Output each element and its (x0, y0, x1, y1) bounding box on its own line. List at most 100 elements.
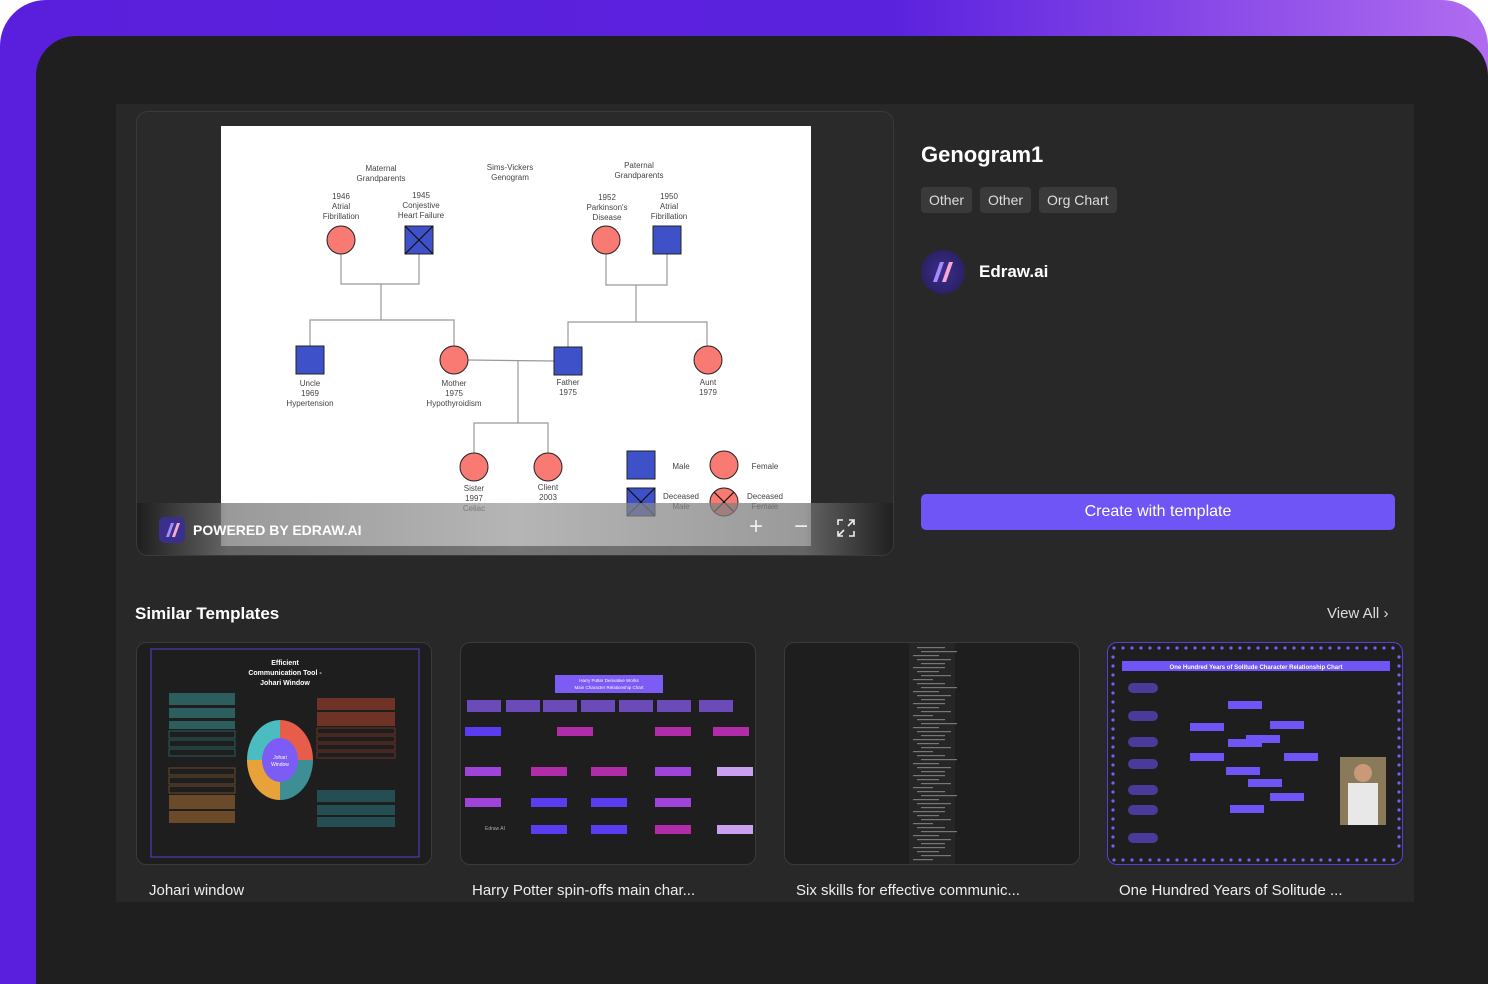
thumb-text-line (913, 763, 939, 765)
template-card-label[interactable]: Six skills for effective communic... (796, 882, 1056, 899)
template-card-label[interactable]: Harry Potter spin-offs main char... (472, 882, 732, 899)
thumb-node (657, 700, 691, 712)
paternal-label: Grandparents (615, 171, 664, 180)
thumb-node (531, 767, 567, 776)
legend-label: Deceased (747, 492, 783, 501)
thumb-dot (1310, 858, 1314, 862)
paternal-label: Paternal (624, 161, 654, 170)
author[interactable]: Edraw.ai (921, 250, 1048, 294)
thumb-dot (1397, 772, 1401, 776)
avatar (921, 250, 965, 294)
thumb-dot (1397, 817, 1401, 821)
view-all-link[interactable]: View All › (1327, 605, 1388, 622)
thumb-node (1128, 805, 1158, 815)
connector-line (605, 254, 668, 286)
thumb-text-line (917, 647, 945, 649)
minus-icon[interactable]: − (794, 515, 808, 539)
thumb-dot (1211, 858, 1215, 862)
thumb-text-line (913, 835, 939, 837)
powered-by-label: POWERED BY EDRAW.AI (193, 522, 362, 538)
thumb-dot (1265, 646, 1269, 650)
thumb-dot (1111, 682, 1115, 686)
thumb-dot (1328, 646, 1332, 650)
template-card-johari[interactable]: Efficient Communication Tool - Johari Wi… (136, 642, 432, 865)
template-card-six-skills[interactable] (784, 642, 1080, 865)
thumb-text-line (917, 779, 939, 781)
maternal-grandmother (326, 225, 356, 255)
thumb-dot (1256, 646, 1260, 650)
thumb-text-line (917, 803, 951, 805)
view-all-label: View All (1327, 605, 1380, 622)
tag[interactable]: Org Chart (1039, 187, 1117, 213)
paternal-grandfather (652, 225, 682, 255)
similar-templates-heading: Similar Templates (135, 604, 280, 623)
thumb-dot (1346, 646, 1350, 650)
thumb-dot (1397, 691, 1401, 695)
person-label: 1997 (465, 494, 483, 503)
thumb-dot (1397, 790, 1401, 794)
thumb-node (1128, 785, 1158, 795)
thumb-node (619, 700, 653, 712)
thumb-dot (1111, 736, 1115, 740)
thumb-dot (1111, 664, 1115, 668)
template-card-solitude[interactable]: One Hundred Years of Solitude Character … (1107, 642, 1403, 865)
plus-icon[interactable]: + (749, 515, 763, 539)
create-with-template-button[interactable]: Create with template (921, 494, 1395, 530)
thumb-dot (1397, 781, 1401, 785)
client (533, 452, 563, 482)
person-label: 1975 (559, 388, 577, 397)
legend-male-symbol (626, 450, 656, 480)
thumb-dot (1382, 646, 1386, 650)
person-label: 1945 (412, 191, 430, 200)
thumb-node (1228, 701, 1262, 709)
thumb-node (1270, 721, 1304, 729)
legend-label: Female (752, 462, 779, 471)
template-card-harry-potter[interactable]: Harry Potter Derivative Works Main Chara… (460, 642, 756, 865)
thumb-dot (1391, 858, 1395, 862)
template-card-label[interactable]: Johari window (149, 882, 409, 899)
thumb-dot (1397, 727, 1401, 731)
thumb-node (581, 700, 615, 712)
thumb-text-line (913, 727, 939, 729)
thumb-dot (1355, 646, 1359, 650)
thumb-dot (1397, 844, 1401, 848)
legend-label: Deceased (663, 492, 699, 501)
tag[interactable]: Other (921, 187, 973, 213)
thumb-text-line (921, 747, 951, 749)
thumb-text-line (917, 815, 939, 817)
thumb-dot (1319, 646, 1323, 650)
thumb-dot (1346, 858, 1350, 862)
thumb-dot (1111, 718, 1115, 722)
person-label: Aunt (700, 378, 717, 387)
thumb-dot (1157, 646, 1161, 650)
template-card-label[interactable]: One Hundred Years of Solitude ... (1119, 882, 1379, 899)
connector-line (309, 319, 455, 346)
person-label: 1969 (301, 389, 319, 398)
thumb-dot (1121, 646, 1125, 650)
thumb-dot (1111, 655, 1115, 659)
template-preview[interactable]: Maternal Grandparents Sims-Vickers Genogram… (136, 111, 894, 556)
thumb-dot (1111, 808, 1115, 812)
person-label: 1975 (445, 389, 463, 398)
thumb-text-line (913, 679, 933, 681)
person-label: Fibrillation (651, 212, 687, 221)
tag[interactable]: Other (980, 187, 1032, 213)
thumb-dot (1111, 835, 1115, 839)
thumb-dot (1397, 808, 1401, 812)
person-label: 1952 (598, 193, 616, 202)
thumb-dot (1397, 763, 1401, 767)
thumb-dot (1139, 858, 1143, 862)
thumb-text-line (921, 831, 957, 833)
thumb-text-line (913, 823, 933, 825)
expand-icon[interactable] (837, 518, 855, 542)
thumb-dot (1111, 745, 1115, 749)
person-label: Father (556, 378, 579, 387)
thumb-text-line (917, 839, 951, 841)
thumb-node (465, 767, 501, 776)
person-label: Sister (464, 484, 485, 493)
thumb-dot (1337, 858, 1341, 862)
thumb-text-line (913, 811, 945, 813)
thumb-dot (1397, 709, 1401, 713)
thumb-text-line (913, 667, 945, 669)
thumb-brand: Edraw AI (485, 826, 505, 832)
